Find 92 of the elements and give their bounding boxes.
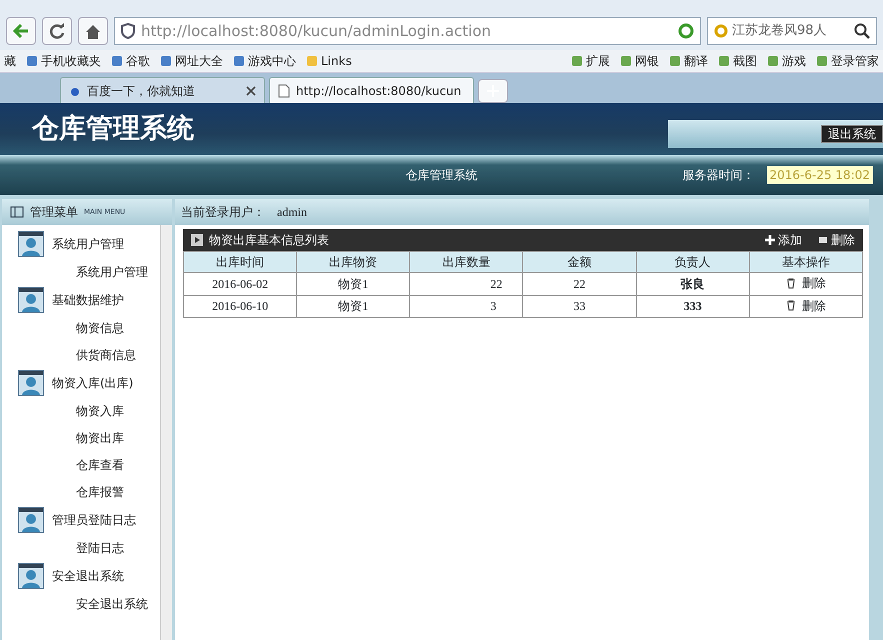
table-cell: 物资1	[296, 295, 410, 318]
extension-icon	[718, 55, 730, 67]
users-icon	[18, 230, 44, 256]
page-icon	[278, 84, 290, 98]
users-icon	[18, 506, 44, 532]
menu-group[interactable]: 物资入库(出库)	[2, 368, 160, 397]
tab-label: http://localhost:8080/kucun	[296, 82, 462, 100]
table-cell: 33	[522, 295, 636, 318]
back-arrow-icon	[13, 24, 29, 38]
menu-group[interactable]: 安全退出系统	[2, 561, 160, 590]
back-button[interactable]	[6, 17, 36, 45]
panel-icon	[10, 206, 24, 218]
browser-tab[interactable]: http://localhost:8080/kucun	[269, 77, 474, 103]
menu-group[interactable]: 管理员登陆日志	[2, 505, 160, 534]
table-cell: 22	[410, 272, 523, 295]
search-icon[interactable]	[854, 23, 870, 39]
bookmark-icon	[26, 55, 38, 67]
table-cell: 2016-06-02	[184, 272, 297, 295]
menu-item[interactable]: 供货商信息	[2, 341, 160, 368]
server-time: 2016-6-25 18:02	[766, 166, 873, 184]
users-icon	[18, 286, 44, 312]
panel-title: 物资出库基本信息列表	[209, 232, 330, 249]
menu-item[interactable]: 物资出库	[2, 424, 160, 451]
column-header: 出库时间	[184, 252, 297, 272]
column-header: 金额	[522, 252, 636, 272]
extension-icon	[669, 55, 681, 67]
app-subtitle: 仓库管理系统	[405, 167, 478, 184]
tab-label: 百度一下，你就知道	[87, 82, 196, 100]
logout-button[interactable]: 退出系统	[821, 125, 883, 143]
table-cell: 3	[410, 295, 523, 318]
menu-item[interactable]: 系统用户管理	[2, 258, 160, 285]
menu-group[interactable]: 系统用户管理	[2, 229, 160, 258]
current-user-label: 当前登录用户：	[181, 204, 265, 221]
extension-icon	[816, 55, 828, 67]
toolbar-extension[interactable]: 截图	[718, 52, 757, 70]
column-header: 基本操作	[749, 252, 862, 272]
bookmark-link[interactable]: 游戏中心	[233, 52, 296, 70]
server-time-label: 服务器时间：	[682, 167, 754, 184]
url-text: http://localhost:8080/kucun/adminLogin.action	[141, 20, 492, 42]
refresh-button[interactable]	[42, 17, 72, 45]
bookmark-icon	[306, 55, 318, 67]
users-icon	[18, 562, 44, 588]
table-cell: 2016-06-10	[184, 295, 297, 318]
menu-item[interactable]: 安全退出系统	[2, 590, 160, 617]
table-cell: 22	[522, 272, 636, 295]
sidebar-title: 管理菜单	[30, 204, 78, 221]
add-action[interactable]: 添加	[765, 231, 802, 249]
search-engine-icon	[714, 24, 728, 38]
refresh-icon	[49, 23, 65, 39]
browser-tab[interactable]: 百度一下，你就知道	[60, 77, 265, 103]
close-icon[interactable]	[246, 86, 256, 96]
shield-icon	[121, 23, 135, 39]
toolbar-extension[interactable]: 网银	[620, 52, 659, 70]
vertical-scrollbar[interactable]	[160, 225, 172, 640]
extension-icon	[571, 55, 583, 67]
menu-item[interactable]: 登陆日志	[2, 534, 160, 561]
current-user-name: admin	[277, 204, 307, 221]
delete-action[interactable]: 删除	[818, 231, 855, 249]
menu-item[interactable]: 仓库报警	[2, 478, 160, 505]
bookmark-link[interactable]: 网址大全	[160, 52, 223, 70]
address-bar[interactable]: http://localhost:8080/kucun/adminLogin.action	[114, 17, 701, 45]
bookmark-link[interactable]: Links	[306, 52, 352, 70]
home-button[interactable]	[78, 17, 108, 45]
column-header: 出库数量	[410, 252, 523, 272]
bookmark-link[interactable]: 手机收藏夹	[26, 52, 101, 70]
bookmark-icon	[233, 55, 245, 67]
menu-item[interactable]: 仓库查看	[2, 451, 160, 478]
bookmark-icon	[160, 55, 172, 67]
bookmark-link[interactable]: 藏	[4, 52, 16, 70]
menu-item[interactable]: 物资信息	[2, 314, 160, 341]
plus-icon	[765, 235, 775, 245]
users-icon	[18, 370, 44, 396]
play-icon	[191, 234, 203, 246]
menu-group[interactable]: 基础数据维护	[2, 285, 160, 314]
column-header: 出库物资	[296, 252, 410, 272]
bookmark-link[interactable]: 谷歌	[111, 52, 150, 70]
app-title: 仓库管理系统	[32, 112, 194, 146]
table-cell: 物资1	[296, 272, 410, 295]
extension-icon	[767, 55, 779, 67]
column-header: 负责人	[636, 252, 750, 272]
toolbar-extension[interactable]: 扩展	[571, 52, 610, 70]
menu-item[interactable]: 物资入库	[2, 397, 160, 424]
table-cell: 张良	[636, 272, 750, 295]
home-icon	[85, 24, 101, 38]
table-cell: 333	[636, 295, 750, 318]
search-value: 江苏龙卷风98人	[732, 22, 828, 40]
toolbar-extension[interactable]: 登录管家	[816, 52, 879, 70]
toolbar-extension[interactable]: 游戏	[767, 52, 806, 70]
bookmark-icon	[111, 55, 123, 67]
extension-icon	[620, 55, 632, 67]
search-field[interactable]: 江苏龙卷风98人	[707, 17, 877, 45]
toolbar-extension[interactable]: 翻译	[669, 52, 708, 70]
